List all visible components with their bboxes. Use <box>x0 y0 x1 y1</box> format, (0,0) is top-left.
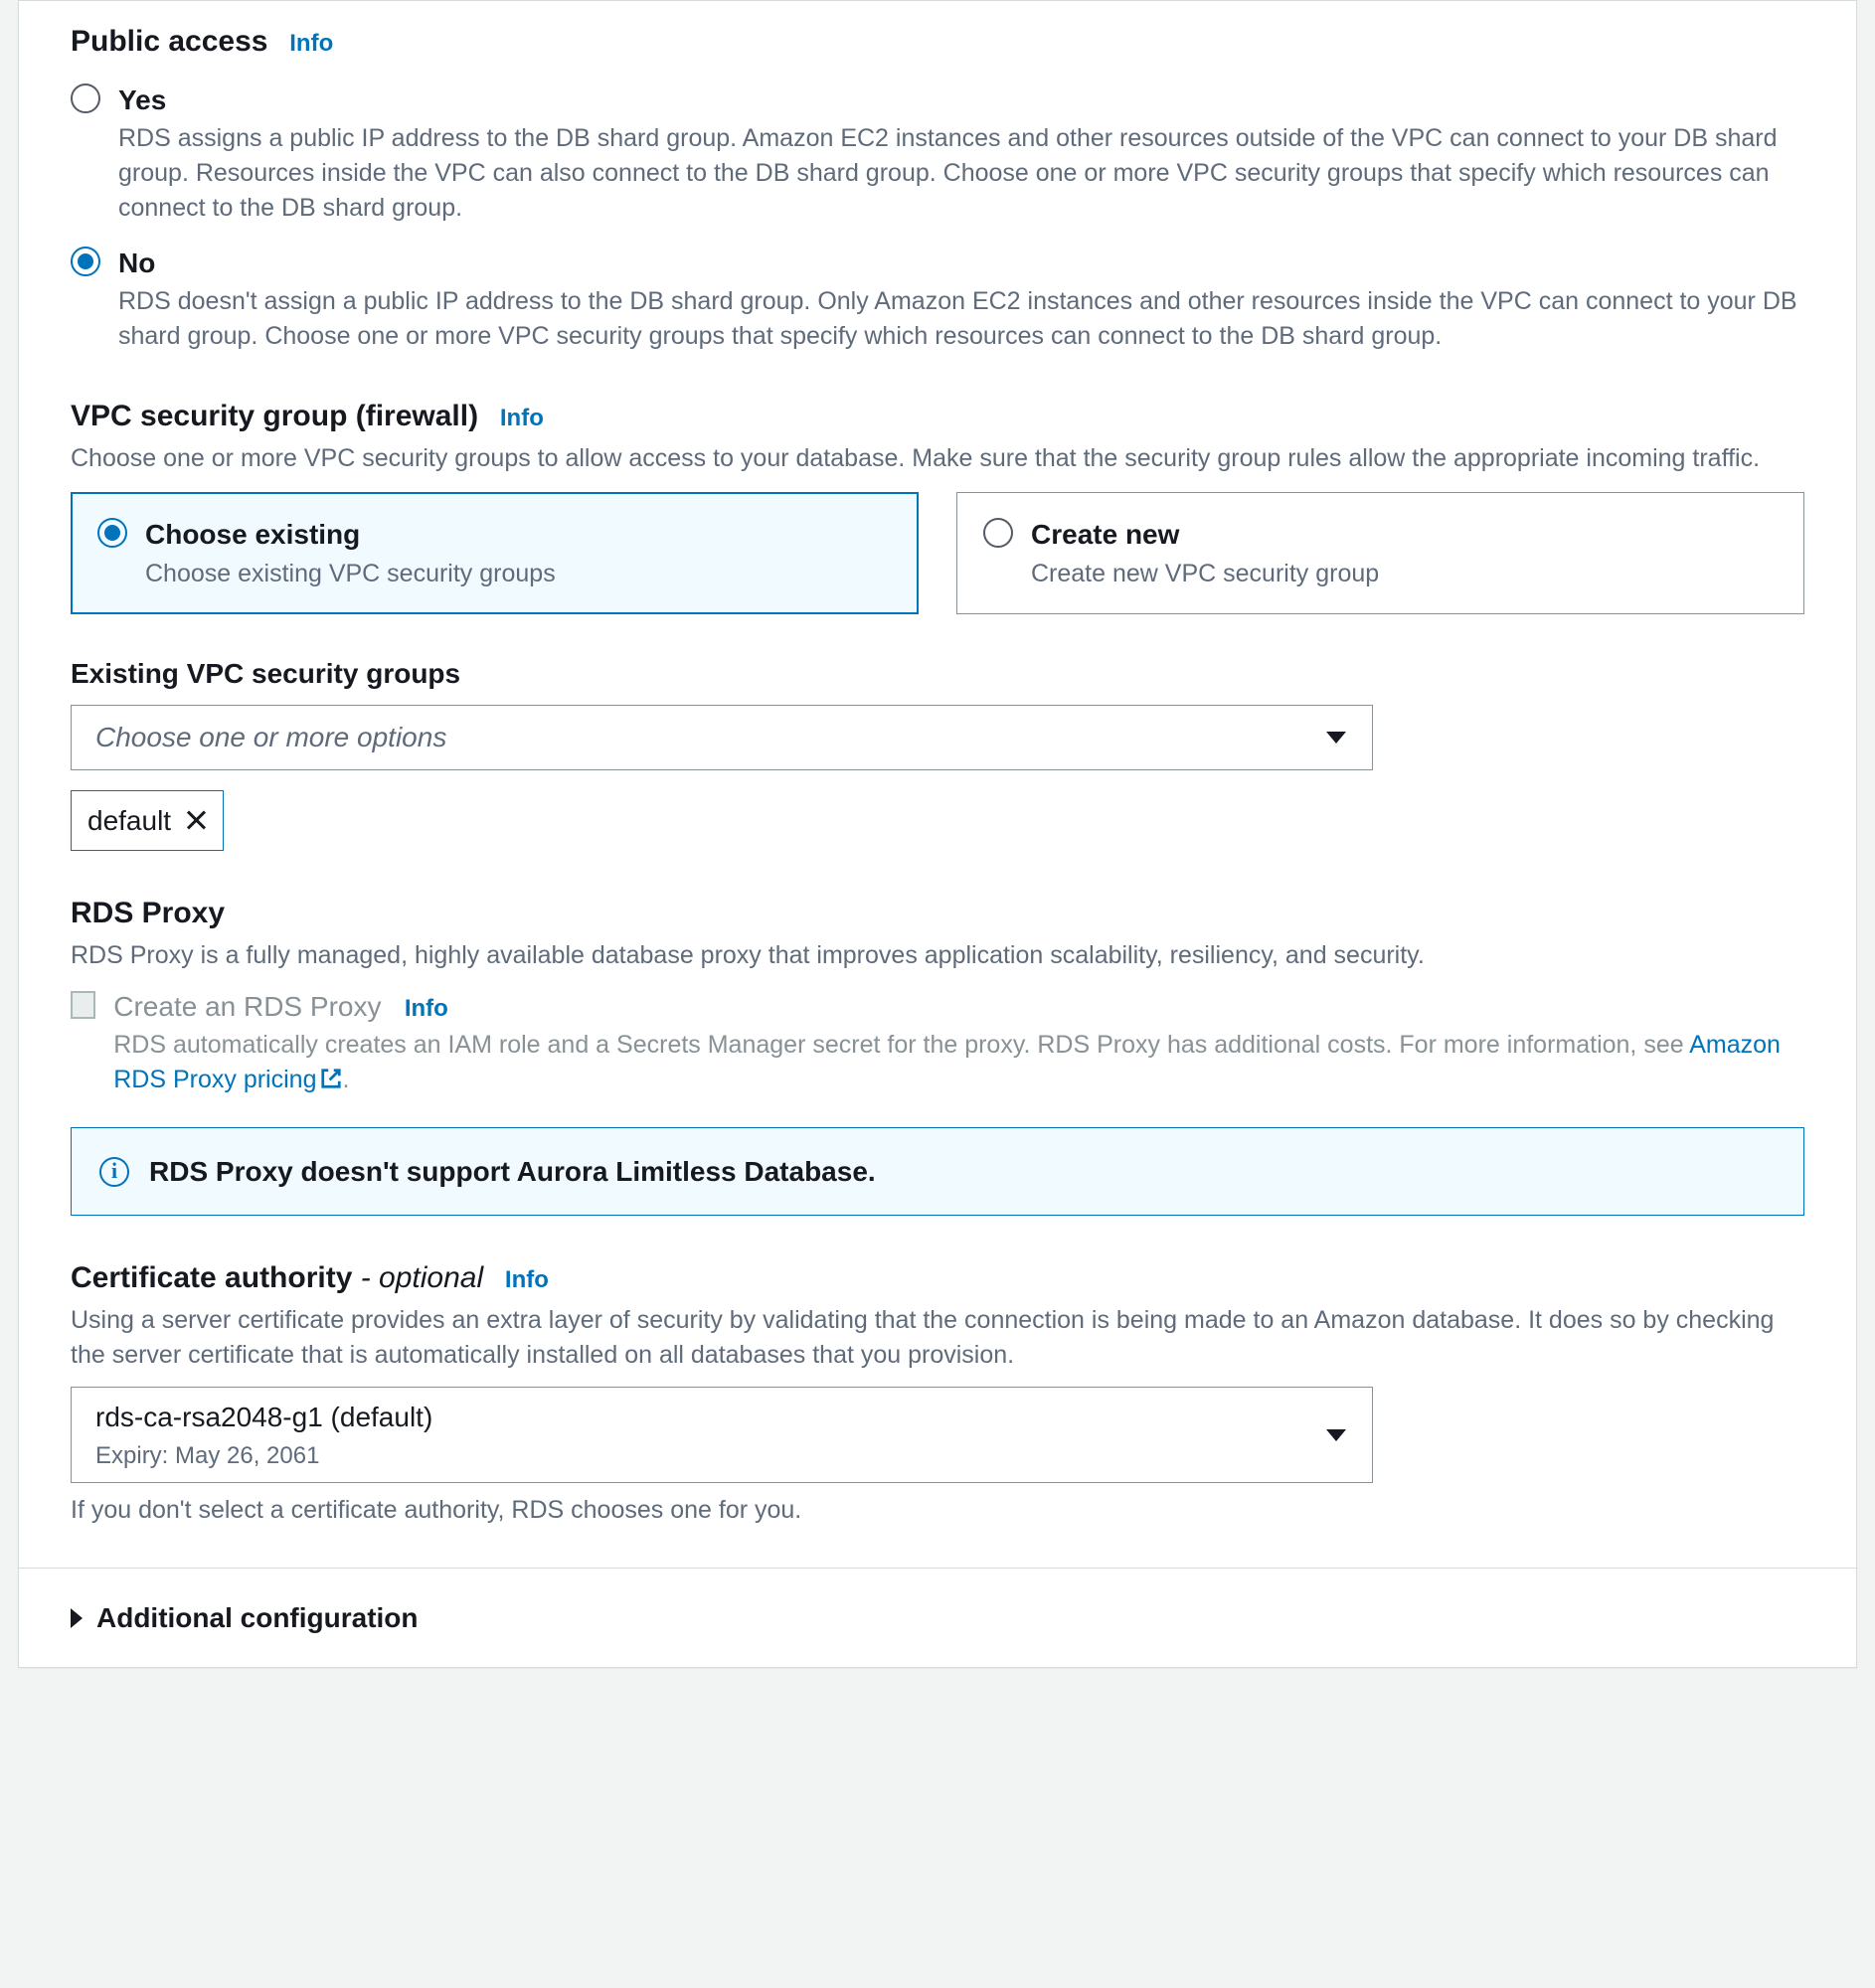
vpc-sg-desc: Choose one or more VPC security groups t… <box>71 441 1804 476</box>
rds-proxy-info-link[interactable]: Info <box>405 995 448 1022</box>
ca-title: Certificate authority - optional <box>71 1257 483 1299</box>
vpc-security-group-section: VPC security group (firewall) Info Choos… <box>71 396 1804 851</box>
rds-proxy-desc: RDS Proxy is a fully managed, highly ava… <box>71 938 1804 973</box>
ca-select-expiry: Expiry: May 26, 2061 <box>95 1439 432 1473</box>
public-access-section: Public access Info Yes RDS assigns a pub… <box>71 21 1804 354</box>
connectivity-card: Public access Info Yes RDS assigns a pub… <box>18 0 1857 1668</box>
ca-desc: Using a server certificate provides an e… <box>71 1303 1804 1373</box>
sg-choose-existing-tile[interactable]: Choose existing Choose existing VPC secu… <box>71 492 919 613</box>
sg-existing-label: Choose existing <box>145 515 556 554</box>
public-access-title: Public access <box>71 21 267 63</box>
public-access-yes-label: Yes <box>118 81 1804 119</box>
sg-token-default: default <box>71 790 224 851</box>
ca-info-link[interactable]: Info <box>505 1266 549 1293</box>
vpc-sg-info-link[interactable]: Info <box>500 405 544 431</box>
vpc-sg-title: VPC security group (firewall) <box>71 396 478 437</box>
ca-title-text: Certificate authority <box>71 1261 352 1294</box>
public-access-no-option[interactable]: No RDS doesn't assign a public IP addres… <box>71 244 1804 354</box>
ca-hint: If you don't select a certificate author… <box>71 1493 1804 1528</box>
radio-icon <box>71 83 100 113</box>
create-rds-proxy-row: Create an RDS Proxy Info RDS automatical… <box>71 987 1804 1099</box>
rds-proxy-title: RDS Proxy <box>71 893 1790 934</box>
sg-create-new-desc: Create new VPC security group <box>1031 557 1379 591</box>
radio-icon <box>983 518 1013 548</box>
create-rds-proxy-desc: RDS automatically creates an IAM role an… <box>113 1028 1804 1099</box>
public-access-yes-option[interactable]: Yes RDS assigns a public IP address to t… <box>71 81 1804 226</box>
rds-proxy-alert-text: RDS Proxy doesn't support Aurora Limitle… <box>149 1152 876 1191</box>
existing-sg-placeholder: Choose one or more options <box>95 718 446 756</box>
public-access-no-desc: RDS doesn't assign a public IP address t… <box>118 284 1804 354</box>
existing-sg-select[interactable]: Choose one or more options <box>71 705 1373 770</box>
create-rds-proxy-checkbox <box>71 991 95 1019</box>
external-link-icon <box>320 1065 342 1099</box>
public-access-info-link[interactable]: Info <box>289 30 333 57</box>
public-access-yes-desc: RDS assigns a public IP address to the D… <box>118 121 1804 226</box>
chevron-right-icon <box>71 1608 83 1628</box>
chevron-down-icon <box>1326 1429 1346 1441</box>
ca-optional-tag: - optional <box>352 1261 483 1294</box>
sg-existing-desc: Choose existing VPC security groups <box>145 557 556 591</box>
close-icon[interactable] <box>185 809 207 831</box>
radio-icon <box>97 518 127 548</box>
ca-select[interactable]: rds-ca-rsa2048-g1 (default) Expiry: May … <box>71 1387 1373 1483</box>
rds-proxy-section: RDS Proxy RDS Proxy is a fully managed, … <box>71 893 1804 1216</box>
existing-sg-label: Existing VPC security groups <box>71 654 1804 693</box>
chevron-down-icon <box>1326 732 1346 744</box>
additional-configuration-expander[interactable]: Additional configuration <box>19 1569 1856 1667</box>
rds-proxy-alert: i RDS Proxy doesn't support Aurora Limit… <box>71 1127 1804 1216</box>
create-rds-proxy-label: Create an RDS Proxy <box>113 991 381 1022</box>
info-icon: i <box>99 1157 129 1187</box>
certificate-authority-section: Certificate authority - optional Info Us… <box>71 1257 1804 1528</box>
proxy-desc-prefix: RDS automatically creates an IAM role an… <box>113 1031 1689 1059</box>
sg-create-new-tile[interactable]: Create new Create new VPC security group <box>956 492 1804 613</box>
radio-icon <box>71 247 100 276</box>
additional-configuration-label: Additional configuration <box>96 1598 419 1637</box>
public-access-no-label: No <box>118 244 1804 282</box>
sg-create-new-label: Create new <box>1031 515 1379 554</box>
ca-select-value: rds-ca-rsa2048-g1 (default) <box>95 1398 432 1436</box>
sg-token-label: default <box>87 801 171 840</box>
